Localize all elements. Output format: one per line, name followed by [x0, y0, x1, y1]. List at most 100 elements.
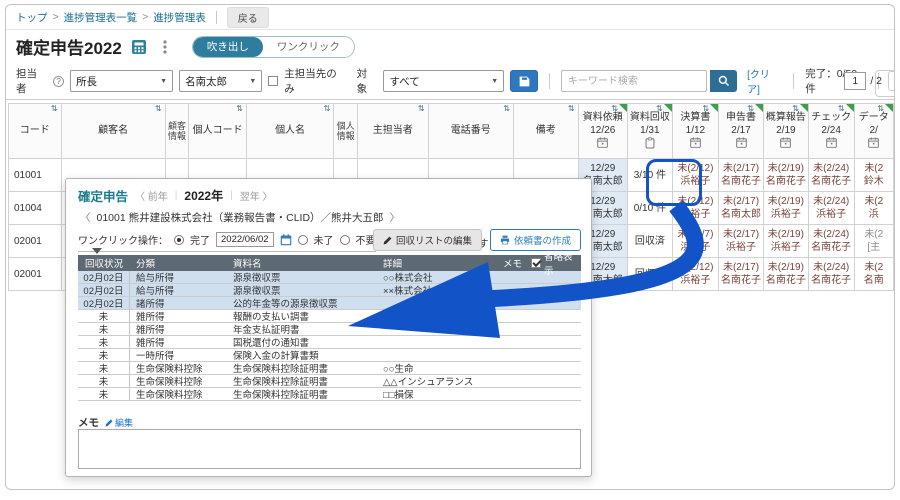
- collection-list: 回収状況 分類 資料名 詳細 メモ 省略表示 02月02日給与所得源泉徴収票○○…: [78, 255, 581, 401]
- create-request-button[interactable]: 依頼書の作成: [490, 229, 581, 251]
- col-header-shiryo-kaishu[interactable]: ⇅資料回収1/31: [627, 104, 672, 159]
- page-number-input[interactable]: 1: [844, 72, 866, 90]
- calendar-icon[interactable]: [280, 234, 292, 246]
- sort-icon[interactable]: ⇅: [568, 105, 575, 113]
- edit-collection-list-button[interactable]: 回収リストの編集: [373, 229, 482, 251]
- sort-icon[interactable]: ⇅: [877, 105, 884, 113]
- next-year-link[interactable]: 翌年 〉: [240, 188, 273, 203]
- task-cell[interactable]: 未(2/17)名南花子: [719, 258, 764, 291]
- abbreviate-checkbox[interactable]: [531, 258, 541, 268]
- task-cell[interactable]: 未(2/24)名南花子: [808, 159, 854, 192]
- flag-corner-icon: [755, 104, 763, 112]
- col-header-main-staff[interactable]: ⇅主担当者: [357, 104, 428, 159]
- current-year: 2022年: [184, 187, 223, 204]
- memo-textarea[interactable]: [78, 429, 581, 469]
- cut-off-button[interactable]: [888, 71, 895, 91]
- task-cell[interactable]: 未(2/19)浜裕子: [763, 192, 808, 225]
- sort-icon[interactable]: ⇅: [51, 105, 58, 113]
- task-cell[interactable]: 未(2/17)名南花子: [719, 159, 764, 192]
- task-cell[interactable]: 未(2/24)名南花子: [808, 225, 854, 258]
- col-header-data[interactable]: ⇅データ2/: [854, 104, 893, 159]
- role-select[interactable]: 所長▼: [70, 70, 173, 92]
- task-cell[interactable]: 未(2/12)浜裕子: [672, 258, 718, 291]
- divider: |: [230, 190, 233, 201]
- prev-year-link[interactable]: 〈 前年: [135, 188, 168, 203]
- task-cell[interactable]: 未(2/24)浜裕子: [808, 192, 854, 225]
- popup-title: 確定申告: [78, 186, 128, 205]
- calendar-icon[interactable]: [719, 137, 763, 150]
- main-client-only-checkbox[interactable]: [268, 76, 278, 86]
- memo-section: メモ 編集: [78, 415, 133, 430]
- divider: [216, 11, 217, 24]
- task-cell[interactable]: 回収済: [627, 258, 672, 291]
- search-input[interactable]: [561, 70, 708, 92]
- task-cell[interactable]: 未(2/19)名南花子: [763, 258, 808, 291]
- col-header-code[interactable]: ⇅コード: [9, 104, 62, 159]
- prev-client-arrow[interactable]: 〈: [80, 210, 91, 225]
- date-input[interactable]: 2022/06/02: [216, 232, 274, 247]
- calendar-icon[interactable]: [579, 137, 627, 150]
- search-button[interactable]: [710, 70, 737, 92]
- breadcrumb-list[interactable]: 進捗管理表一覧: [64, 10, 138, 25]
- task-cell[interactable]: 未(2/17)名南太郎: [719, 192, 764, 225]
- col-header-person-code[interactable]: ⇅個人コード: [189, 104, 246, 159]
- task-cell[interactable]: 未(2[主: [854, 225, 893, 258]
- sort-icon[interactable]: ⇅: [503, 105, 510, 113]
- col-header-person-name[interactable]: ⇅個人名: [246, 104, 333, 159]
- col-header-kessansho[interactable]: ⇅決算書1/12: [672, 104, 718, 159]
- staff-select[interactable]: 名南太郎▼: [179, 70, 262, 92]
- memo-edit-link[interactable]: 編集: [105, 416, 133, 429]
- task-cell[interactable]: 回収済: [627, 225, 672, 258]
- back-button[interactable]: 戻る: [227, 7, 269, 28]
- task-cell[interactable]: 未(2/17)浜裕子: [719, 225, 764, 258]
- calendar-icon[interactable]: [809, 137, 854, 150]
- radio-done[interactable]: [174, 235, 184, 245]
- task-cell[interactable]: 未(2浜: [854, 192, 893, 225]
- task-cell[interactable]: 未(10/7)浜裕子: [672, 225, 718, 258]
- oneclick-label: ワンクリック操作：: [78, 232, 168, 247]
- col-header-check[interactable]: ⇅チェック2/24: [808, 104, 854, 159]
- row-status: 未: [78, 375, 130, 387]
- col-header-shiryo-irai[interactable]: ⇅資料依頼12/26: [578, 104, 627, 159]
- col-header-gaisan-hokoku[interactable]: ⇅概算報告2/19: [763, 104, 808, 159]
- calendar-icon[interactable]: [855, 137, 893, 150]
- calendar-icon[interactable]: [673, 137, 718, 150]
- radio-undone[interactable]: [298, 235, 308, 245]
- task-cell[interactable]: 未(2/19)名南花子: [763, 159, 808, 192]
- task-cell[interactable]: 未(2名南: [854, 258, 893, 291]
- help-icon[interactable]: ?: [53, 76, 64, 87]
- sort-icon[interactable]: ⇅: [324, 105, 331, 113]
- calendar-icon[interactable]: [764, 137, 808, 150]
- col-header-phone[interactable]: ⇅電話番号: [428, 104, 513, 159]
- collection-row[interactable]: 未生命保険料控除生命保険料控除証明書□□損保: [78, 388, 581, 401]
- sort-icon[interactable]: ⇅: [838, 105, 845, 113]
- sort-icon[interactable]: ⇅: [702, 105, 709, 113]
- radio-unneeded[interactable]: [340, 235, 350, 245]
- calculator-icon[interactable]: [130, 38, 148, 56]
- task-cell[interactable]: 未(2/19)浜裕子: [763, 225, 808, 258]
- save-button[interactable]: [510, 70, 538, 92]
- toggle-balloon[interactable]: 吹き出し: [193, 37, 263, 57]
- sort-icon[interactable]: ⇅: [656, 105, 663, 113]
- target-select[interactable]: すべて▼: [383, 70, 504, 92]
- breadcrumb-top[interactable]: トップ: [16, 10, 48, 25]
- sort-icon[interactable]: ⇅: [155, 105, 162, 113]
- sort-icon[interactable]: ⇅: [418, 105, 425, 113]
- col-header-note[interactable]: ⇅備考: [514, 104, 579, 159]
- breadcrumb-current[interactable]: 進捗管理表: [153, 10, 206, 25]
- sort-icon[interactable]: ⇅: [611, 105, 618, 113]
- next-client-arrow[interactable]: 〉: [390, 210, 401, 225]
- collection-detail-popup: 確定申告 〈 前年 | 2022年 | 翌年 〉 〈 01001 熊井建設株式会…: [65, 178, 592, 477]
- sort-icon[interactable]: ⇅: [236, 105, 243, 113]
- sort-icon[interactable]: ⇅: [792, 105, 799, 113]
- clipboard-icon[interactable]: [628, 137, 672, 150]
- task-cell[interactable]: 未(2/24)名南花子: [808, 258, 854, 291]
- toggle-oneclick[interactable]: ワンクリック: [263, 37, 354, 57]
- sort-icon[interactable]: ⇅: [747, 105, 754, 113]
- col-header-customer-name[interactable]: ⇅顧客名: [61, 104, 165, 159]
- col-header-shinkokusho[interactable]: ⇅申告書2/17: [719, 104, 764, 159]
- clear-link[interactable]: [クリア]: [747, 66, 782, 96]
- kebab-menu-icon[interactable]: [156, 38, 174, 56]
- task-cell[interactable]: 未(2鈴木: [854, 159, 893, 192]
- create-request-label: 依頼書の作成: [514, 233, 571, 247]
